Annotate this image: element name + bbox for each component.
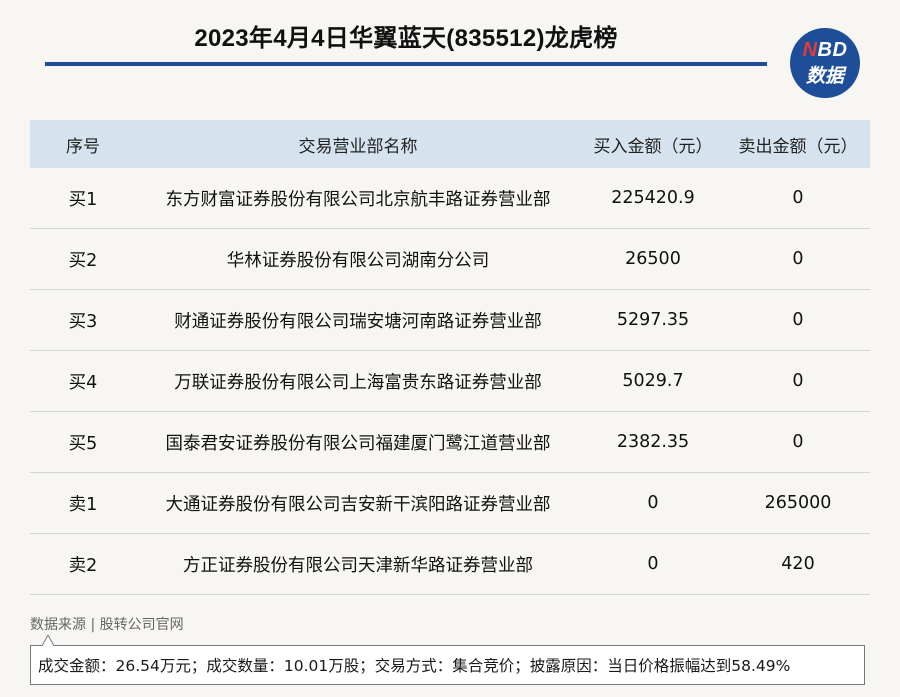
cell-sell: 0 <box>792 188 804 208</box>
cell-sell: 0 <box>792 432 804 452</box>
header-sell-amount: 卖出金额（元） <box>738 136 858 157</box>
cell-sell: 0 <box>792 310 804 330</box>
table-row: 卖2 方正证券股份有限公司天津新华路证券营业部 0 420 <box>30 534 870 595</box>
cell-index: 买4 <box>68 372 98 393</box>
header-index: 序号 <box>66 136 100 157</box>
logo-line2: 数据 <box>805 66 844 87</box>
table-row: 买5 国泰君安证券股份有限公司福建厦门鹭江道营业部 2382.35 0 <box>30 412 870 473</box>
cell-buy: 0 <box>647 493 659 513</box>
title-underline <box>45 62 767 66</box>
cell-index: 买1 <box>68 189 98 210</box>
cell-buy: 26500 <box>625 249 681 269</box>
cell-branch: 东方财富证券股份有限公司北京航丰路证券营业部 <box>165 189 551 210</box>
table-row: 卖1 大通证券股份有限公司吉安新干滨阳路证券营业部 0 265000 <box>30 473 870 534</box>
cell-branch: 华林证券股份有限公司湖南分公司 <box>226 250 490 271</box>
trade-summary-note: 成交金额：26.54万元；成交数量：10.01万股；交易方式：集合竞价；披露原因… <box>30 645 865 685</box>
cell-buy: 0 <box>647 554 659 574</box>
cell-index: 买3 <box>68 311 98 332</box>
cell-buy: 5297.35 <box>616 310 690 330</box>
table-row: 买4 万联证券股份有限公司上海富贵东路证券营业部 5029.7 0 <box>30 351 870 412</box>
cell-index: 买2 <box>68 250 98 271</box>
cell-branch: 万联证券股份有限公司上海富贵东路证券营业部 <box>174 372 542 393</box>
table-row: 买3 财通证券股份有限公司瑞安塘河南路证券营业部 5297.35 0 <box>30 290 870 351</box>
table-row: 买2 华林证券股份有限公司湖南分公司 26500 0 <box>30 229 870 290</box>
page-title: 2023年4月4日华翼蓝天(835512)龙虎榜 <box>194 25 618 52</box>
nbd-logo: NBD 数据 <box>790 28 860 98</box>
logo-letter-n: N <box>802 39 818 61</box>
cell-buy: 225420.9 <box>611 188 695 208</box>
cell-index: 卖1 <box>68 494 98 515</box>
note-pointer <box>42 635 54 646</box>
logo-line1: NBD <box>790 39 860 62</box>
cell-sell: 265000 <box>764 493 832 513</box>
cell-sell: 420 <box>781 554 815 574</box>
table-row: 买1 东方财富证券股份有限公司北京航丰路证券营业部 225420.9 0 <box>30 168 870 229</box>
header-branch: 交易营业部名称 <box>298 136 418 157</box>
header-buy-amount: 买入金额（元） <box>593 136 713 157</box>
cell-branch: 国泰君安证券股份有限公司福建厦门鹭江道营业部 <box>165 433 551 454</box>
logo-letters-bd: BD <box>817 39 848 61</box>
ranking-table: 序号 交易营业部名称 买入金额（元） 卖出金额（元） 买1 东方财富证券股份有限… <box>30 120 870 595</box>
cell-buy: 5029.7 <box>622 371 684 391</box>
cell-index: 卖2 <box>68 555 98 576</box>
cell-sell: 0 <box>792 249 804 269</box>
cell-sell: 0 <box>792 371 804 391</box>
table-header: 序号 交易营业部名称 买入金额（元） 卖出金额（元） <box>30 120 870 168</box>
data-source: 数据来源 | 股转公司官网 <box>30 617 184 633</box>
cell-branch: 财通证券股份有限公司瑞安塘河南路证券营业部 <box>174 311 542 332</box>
cell-branch: 方正证券股份有限公司天津新华路证券营业部 <box>183 555 533 576</box>
cell-branch: 大通证券股份有限公司吉安新干滨阳路证券营业部 <box>165 494 551 515</box>
cell-buy: 2382.35 <box>616 432 690 452</box>
cell-index: 买5 <box>68 433 98 454</box>
